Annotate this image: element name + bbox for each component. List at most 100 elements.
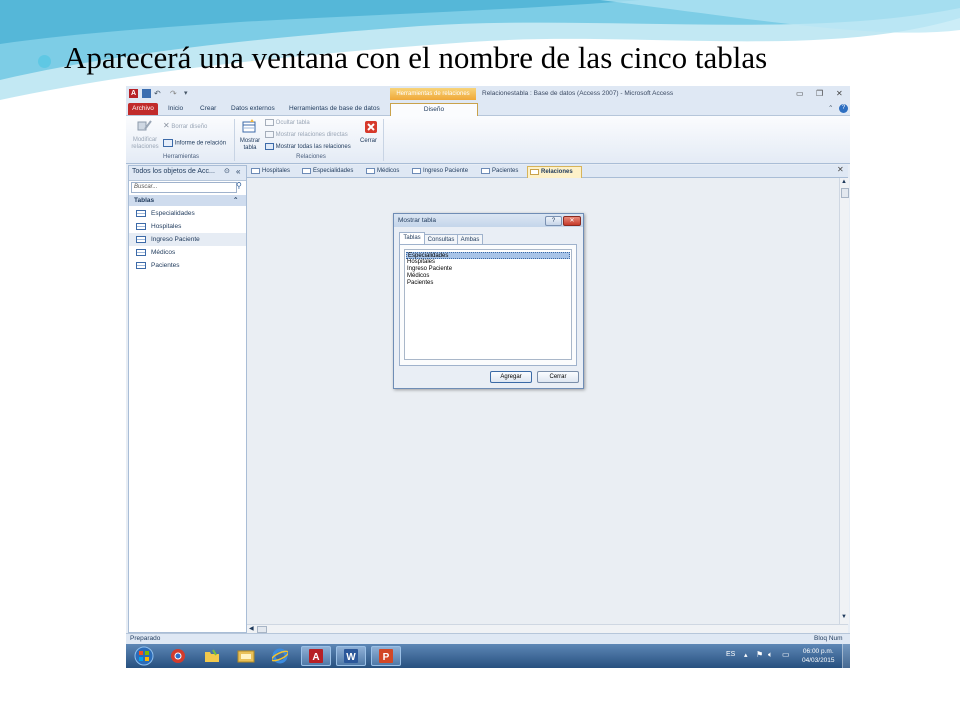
battery-icon[interactable]: ▭ (782, 650, 790, 659)
dialog-help-button[interactable]: ? (545, 216, 562, 226)
tab-archivo[interactable]: Archivo (128, 103, 158, 115)
nav-group-label: Tablas (134, 197, 155, 204)
ocultar-tabla-label: Ocultar tabla (275, 120, 310, 127)
modificar-relaciones-button[interactable]: Modificar relaciones (129, 137, 161, 151)
access-window: A ↶ ↷ ▾ Herramientas de relaciones Relac… (126, 86, 850, 668)
doc-tab-medicos[interactable]: Médicos (364, 166, 399, 177)
explorer-taskbar-button[interactable] (231, 646, 261, 666)
mostrar-relaciones-directas-button[interactable]: Mostrar relaciones directas (265, 131, 348, 138)
table-list-item[interactable]: Hospitales (406, 259, 571, 266)
collapse-pane-icon[interactable]: « (236, 167, 240, 176)
mostrar-todas-relaciones-button[interactable]: Mostrar todas las relaciones (265, 143, 351, 150)
volume-icon[interactable]: 🔈︎ (768, 650, 773, 660)
restore-icon[interactable]: ❐ (816, 89, 823, 98)
table-list-item[interactable]: Médicos (406, 273, 571, 280)
help-icon[interactable]: ? (839, 104, 848, 113)
save-icon[interactable] (142, 89, 151, 98)
nav-item-medicos[interactable]: Médicos (129, 246, 246, 259)
table-list-item[interactable]: Especialidades (406, 252, 570, 259)
dialog-tab-panel: Especialidades Hospitales Ingreso Pacien… (399, 244, 577, 366)
horizontal-scrollbar[interactable]: ◀ (247, 624, 848, 633)
nav-item-hospitales[interactable]: Hospitales (129, 220, 246, 233)
powerpoint-taskbar-button[interactable]: P (371, 646, 401, 666)
clock[interactable]: 06:00 p.m. 04/03/2015 (802, 647, 835, 665)
tab-diseno[interactable]: Diseño (390, 103, 478, 116)
tab-crear[interactable]: Crear (200, 103, 216, 115)
access-app-icon[interactable]: A (129, 89, 138, 98)
doc-tab-especialidades[interactable]: Especialidades (300, 166, 353, 177)
slide-title: Aparecerá una ventana con el nombre de l… (64, 40, 768, 75)
show-table-icon (242, 119, 256, 133)
dialog-close-button[interactable]: ✕ (563, 216, 581, 226)
cerrar-dialog-button[interactable]: Cerrar (537, 371, 579, 383)
collapse-ribbon-icon[interactable]: ⌃ (828, 103, 833, 115)
bullet-dot (38, 55, 51, 68)
doc-tab-label: Pacientes (492, 168, 519, 174)
close-window-icon[interactable]: ✕ (836, 89, 843, 98)
folder-taskbar-button[interactable] (197, 646, 227, 666)
group-collapse-icon[interactable]: ⌃ (233, 195, 238, 206)
doc-tab-label: Ingreso Paciente (423, 168, 469, 174)
table-list-item[interactable]: Ingreso Paciente (406, 266, 571, 273)
tab-datos-externos[interactable]: Datos externos (231, 103, 275, 115)
table-icon (302, 168, 311, 174)
nav-item-label: Ingreso Paciente (151, 236, 200, 243)
doc-tab-pacientes[interactable]: Pacientes (479, 166, 518, 177)
doc-tab-hospitales[interactable]: Hospitales (249, 166, 290, 177)
chrome-taskbar-button[interactable] (163, 646, 193, 666)
nav-dropdown-icon[interactable]: ⊙ (224, 167, 230, 175)
close-doc-icon[interactable]: ✕ (837, 165, 844, 174)
access-icon: A (309, 649, 323, 663)
search-icon[interactable]: ⚲ (236, 181, 242, 190)
dialog-title: Mostrar tabla (398, 217, 436, 224)
chrome-icon (171, 649, 185, 663)
undo-icon[interactable]: ↶ (154, 89, 163, 98)
vertical-scrollbar[interactable]: ▲ ▼ (839, 178, 849, 624)
tab-inicio[interactable]: Inicio (168, 103, 183, 115)
nav-item-ingreso-paciente[interactable]: Ingreso Paciente (129, 233, 246, 246)
agregar-button[interactable]: Agregar (490, 371, 532, 383)
nav-item-pacientes[interactable]: Pacientes (129, 259, 246, 272)
doc-tab-label: Relaciones (541, 169, 573, 175)
quick-access-dropdown-icon[interactable]: ▾ (184, 89, 193, 98)
redo-icon[interactable]: ↷ (170, 89, 179, 98)
start-button[interactable] (129, 646, 159, 666)
group-label-relaciones: Relaciones (296, 154, 326, 160)
scroll-up-icon[interactable]: ▲ (841, 179, 847, 185)
cerrar-button[interactable]: Cerrar (360, 138, 377, 144)
table-list[interactable]: Especialidades Hospitales Ingreso Pacien… (404, 249, 572, 360)
nav-search-input[interactable]: Buscar... (131, 182, 237, 193)
table-icon (136, 210, 146, 217)
window-title: Relacionestabla : Base de datos (Access … (482, 90, 674, 97)
scroll-left-icon[interactable]: ◀ (249, 625, 254, 632)
ocultar-tabla-button[interactable]: Ocultar tabla (265, 119, 310, 126)
doc-tab-ingreso-paciente[interactable]: Ingreso Paciente (410, 166, 468, 177)
ie-taskbar-button[interactable] (265, 646, 295, 666)
dialog-title-bar[interactable]: Mostrar tabla ? ✕ (394, 214, 583, 227)
nav-header[interactable]: Todos los objetos de Acc... ⊙ « (129, 166, 246, 181)
nav-group-tablas[interactable]: Tablas ⌃ (129, 195, 246, 206)
word-taskbar-button[interactable]: W (336, 646, 366, 666)
access-taskbar-button[interactable]: A (301, 646, 331, 666)
network-icon[interactable]: ⚑ (756, 650, 763, 659)
table-list-item[interactable]: Pacientes (406, 280, 571, 287)
tab-herramientas-base-datos[interactable]: Herramientas de base de datos (289, 103, 380, 115)
scroll-down-icon[interactable]: ▼ (841, 614, 847, 620)
doc-tab-relaciones[interactable]: Relaciones (527, 166, 582, 178)
show-desktop-button[interactable] (842, 644, 850, 668)
status-text: Preparado (130, 635, 161, 642)
mostrar-tabla-button[interactable]: Mostrar tabla (236, 138, 264, 152)
h-scroll-thumb[interactable] (257, 626, 267, 633)
title-bar: A ↶ ↷ ▾ Herramientas de relaciones Relac… (126, 86, 850, 102)
scroll-thumb[interactable] (841, 188, 849, 198)
windows-logo-icon (134, 646, 154, 666)
nav-item-label: Especialidades (151, 210, 195, 217)
borrar-diseno-label: Borrar diseño (171, 124, 208, 130)
minimize-icon[interactable]: ▭ (796, 89, 804, 98)
informe-relacion-button[interactable]: Informe de relación (163, 139, 226, 147)
borrar-diseno-button[interactable]: ✕ Borrar diseño (163, 121, 207, 130)
language-indicator[interactable]: ES (726, 651, 735, 658)
word-icon: W (344, 649, 358, 663)
nav-item-especialidades[interactable]: Especialidades (129, 207, 246, 220)
tray-expand-icon[interactable]: ▴ (744, 651, 748, 659)
